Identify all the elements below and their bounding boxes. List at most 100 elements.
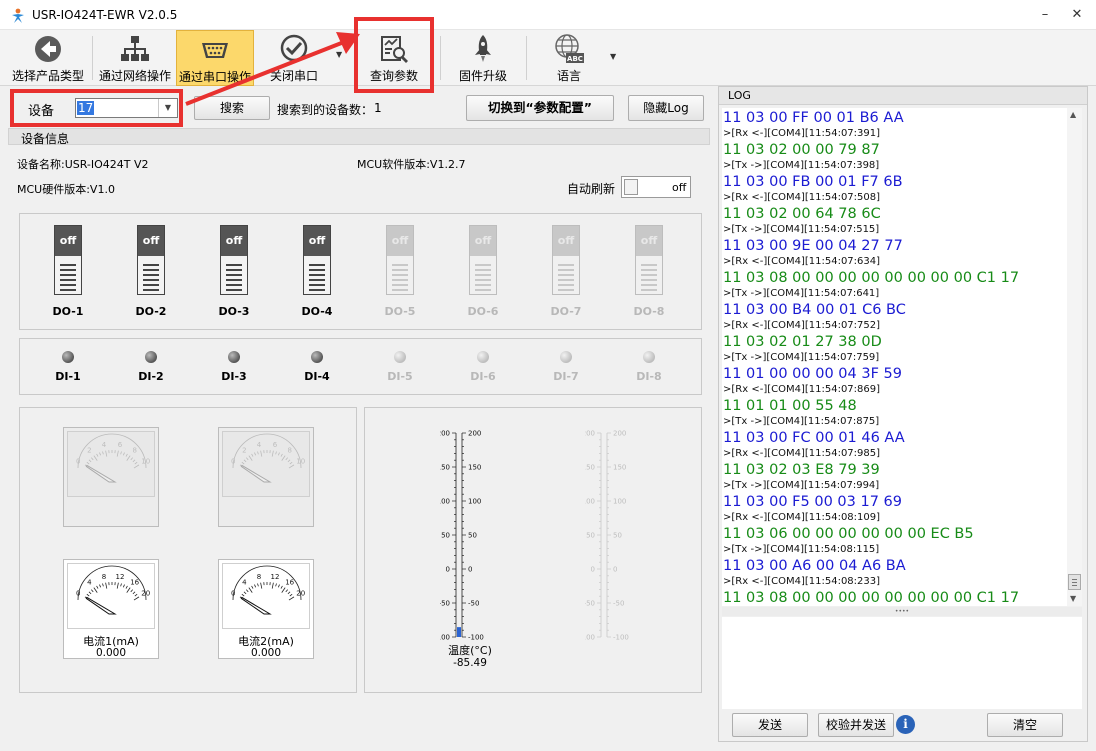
- current-gauge: 0 2 4 6 8 10: [218, 427, 314, 527]
- thermo-value: -85.49: [453, 657, 487, 669]
- scroll-down-icon[interactable]: ▼: [1070, 594, 1076, 603]
- do-label: DO-4: [301, 305, 333, 318]
- toolbar-language[interactable]: ABC 语言: [532, 30, 606, 86]
- toolbar-firmware[interactable]: 固件升级: [446, 30, 520, 86]
- do-label: DO-8: [633, 305, 665, 318]
- do-toggle-switch[interactable]: off: [137, 225, 165, 295]
- thermo-scale-label-right: 100: [468, 498, 481, 506]
- scroll-thumb[interactable]: [1068, 574, 1081, 590]
- gauge-tick-label: 8: [287, 447, 291, 455]
- verify-send-button[interactable]: 校验并发送: [818, 713, 894, 737]
- switch-grip: [475, 264, 491, 266]
- toolbar-select-product[interactable]: 选择产品类型: [6, 30, 90, 86]
- dropdown-arrow-icon[interactable]: ▼: [610, 52, 616, 61]
- thermo-scale-label-left: 0: [446, 566, 450, 574]
- gauge-tick: [243, 591, 247, 595]
- do-toggle-switch[interactable]: off: [303, 225, 331, 295]
- thermo-scale-label-right: 50: [613, 532, 622, 540]
- gauge-tick: [260, 450, 263, 457]
- info-icon[interactable]: i: [896, 715, 915, 734]
- thermo-scale-label-right: 150: [468, 464, 481, 472]
- gauge-tick: [287, 459, 291, 463]
- gauge-tick: [245, 457, 249, 461]
- log-rx-line: 11 01 01 00 55 48: [723, 398, 857, 414]
- di-indicator-led: [394, 351, 406, 363]
- gauge-tick: [105, 450, 108, 457]
- di-indicator-led: [145, 351, 157, 363]
- log-meta-line: >[Tx ->][COM4][11:54:07:875]: [723, 416, 880, 427]
- close-button[interactable]: ✕: [1060, 0, 1094, 30]
- send-input[interactable]: [722, 617, 1082, 709]
- switch-grip: [475, 269, 491, 271]
- gauge-tick-label: 16: [130, 579, 139, 587]
- switch-grip: [392, 279, 408, 281]
- thermometer-scale: 200 200 150 150 100 100 50 50 0 0 -50 -50 -100 -100: [434, 430, 484, 642]
- toolbar-divider: [526, 36, 527, 80]
- gauge-tick-label: 2: [242, 447, 246, 455]
- di-indicator-led: [62, 351, 74, 363]
- gauge-tick-label: 10: [296, 458, 305, 466]
- switch-to-config-button[interactable]: 切换到“参数配置”: [466, 95, 614, 121]
- clear-button[interactable]: 清空: [987, 713, 1063, 737]
- di-label: DI-2: [138, 370, 164, 383]
- gauge-value: 0.000: [250, 647, 282, 659]
- thermo-scale-label-left: 200: [585, 430, 595, 438]
- log-splitter[interactable]: ••••: [722, 607, 1082, 616]
- network-icon: [121, 36, 149, 61]
- do-toggle-switch[interactable]: off: [54, 225, 82, 295]
- scroll-up-icon[interactable]: ▲: [1070, 110, 1076, 119]
- log-title: LOG: [728, 89, 751, 102]
- gauge-tick: [251, 453, 254, 457]
- log-meta-line: >[Rx <-][COM4][11:54:08:233]: [723, 576, 881, 587]
- gauge-tick: [116, 450, 119, 457]
- thermo-scale-label-left: 200: [440, 430, 450, 438]
- switch-grip: [392, 264, 408, 266]
- log-meta-line: >[Rx <-][COM4][11:54:07:391]: [723, 128, 881, 139]
- auto-refresh-toggle[interactable]: off: [621, 176, 691, 198]
- di-label: DI-6: [470, 370, 496, 383]
- annotation-box-device: [10, 89, 183, 127]
- gauge-tick: [248, 587, 253, 593]
- gauge-tick-label: 16: [285, 579, 294, 587]
- log-tx-line: 11 03 00 FB 00 01 F7 6B: [723, 174, 903, 190]
- thermo-scale-label-right: -100: [468, 634, 484, 642]
- log-scrollbar[interactable]: ▲ ▼: [1067, 108, 1082, 606]
- switch-grip: [143, 279, 159, 281]
- log-rx-line: 11 03 06 00 00 00 00 00 00 EC B5: [723, 526, 974, 542]
- hide-log-button[interactable]: 隐藏Log: [628, 95, 704, 121]
- switch-grip: [143, 269, 159, 271]
- log-tx-line: 11 03 00 A6 00 04 A6 BA: [723, 558, 906, 574]
- di-label: DI-7: [553, 370, 579, 383]
- log-meta-line: >[Rx <-][COM4][11:54:07:634]: [723, 256, 881, 267]
- gauge-tick: [93, 587, 98, 593]
- switch-grip: [60, 279, 76, 281]
- do-toggle-switch: off: [386, 225, 414, 295]
- do-label: DO-7: [550, 305, 582, 318]
- switch-grip: [309, 284, 325, 286]
- thermo-scale-label-right: 200: [468, 430, 481, 438]
- gauge-tick: [122, 452, 125, 456]
- toolbar-divider: [92, 36, 93, 80]
- gauge-tick: [289, 461, 293, 465]
- thermo-scale-label-left: 150: [440, 464, 450, 472]
- switch-grip: [60, 284, 76, 286]
- minimize-button[interactable]: –: [1028, 0, 1062, 30]
- gauge-face: 0 2 4 6 8 10: [222, 431, 310, 497]
- toolbar-network[interactable]: 通过网络操作: [95, 30, 175, 86]
- gauge-tick: [120, 583, 122, 587]
- send-button[interactable]: 发送: [732, 713, 808, 737]
- switch-grip: [558, 284, 574, 286]
- gauge-tick: [134, 593, 138, 597]
- do-toggle-switch[interactable]: off: [220, 225, 248, 295]
- gauge-dial: 02 4 6 8 10: [231, 433, 305, 483]
- log-tx-line: 11 01 00 00 00 04 3F 59: [723, 366, 902, 382]
- gauge-tick-label: 0: [231, 458, 235, 466]
- log-output[interactable]: 11 03 00 FF 00 01 B6 AA >[Rx <-][COM4][11…: [722, 108, 1082, 606]
- switch-grip: [60, 264, 76, 266]
- gauge-tick: [86, 461, 90, 465]
- gauge-tick: [285, 457, 289, 461]
- gauge-tick-label: 2: [87, 447, 91, 455]
- switch-grip: [226, 274, 242, 276]
- log-tx-line: 11 03 00 B4 00 01 C6 BC: [723, 302, 906, 318]
- gauge-tick: [245, 589, 249, 593]
